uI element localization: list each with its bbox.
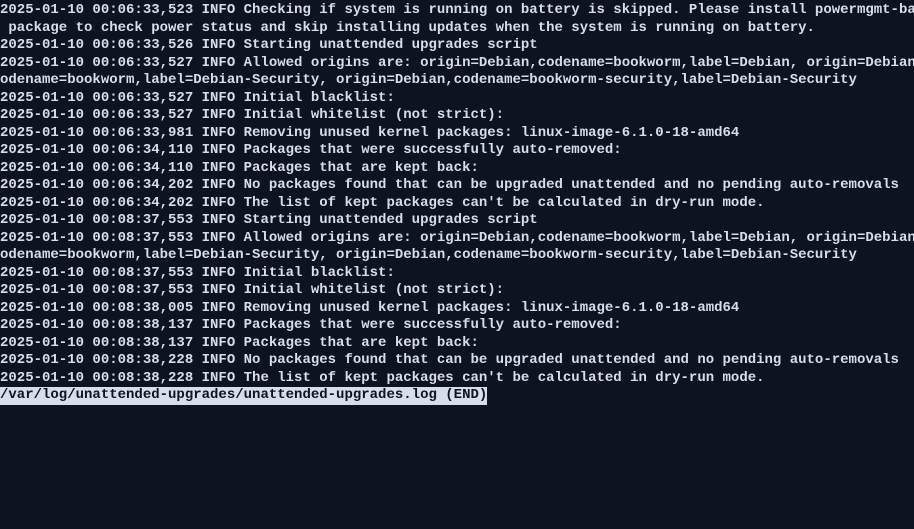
log-line: 2025-01-10 00:08:38,137 INFO Packages th… — [0, 335, 914, 353]
log-line: odename=bookworm,label=Debian-Security, … — [0, 72, 914, 90]
terminal-output[interactable]: 2025-01-10 00:06:33,523 INFO Checking if… — [0, 2, 914, 405]
log-line: 2025-01-10 00:08:38,137 INFO Packages th… — [0, 317, 914, 335]
log-line: 2025-01-10 00:08:38,228 INFO The list of… — [0, 370, 914, 388]
pager-status-line: /var/log/unattended-upgrades/unattended-… — [0, 387, 487, 405]
log-line: 2025-01-10 00:06:34,110 INFO Packages th… — [0, 160, 914, 178]
log-line: 2025-01-10 00:06:34,110 INFO Packages th… — [0, 142, 914, 160]
log-line: 2025-01-10 00:08:37,553 INFO Starting un… — [0, 212, 914, 230]
log-line: 2025-01-10 00:06:34,202 INFO The list of… — [0, 195, 914, 213]
log-line: 2025-01-10 00:06:33,527 INFO Initial bla… — [0, 90, 914, 108]
log-line: 2025-01-10 00:06:34,202 INFO No packages… — [0, 177, 914, 195]
log-line: 2025-01-10 00:06:33,527 INFO Allowed ori… — [0, 55, 914, 73]
log-line: odename=bookworm,label=Debian-Security, … — [0, 247, 914, 265]
log-line: 2025-01-10 00:08:37,553 INFO Initial bla… — [0, 265, 914, 283]
log-line: 2025-01-10 00:06:33,981 INFO Removing un… — [0, 125, 914, 143]
log-line: 2025-01-10 00:06:33,527 INFO Initial whi… — [0, 107, 914, 125]
log-line: 2025-01-10 00:06:33,526 INFO Starting un… — [0, 37, 914, 55]
log-line: 2025-01-10 00:08:37,553 INFO Allowed ori… — [0, 230, 914, 248]
log-content: 2025-01-10 00:06:33,523 INFO Checking if… — [0, 2, 914, 387]
log-line: package to check power status and skip i… — [0, 20, 914, 38]
log-line: 2025-01-10 00:08:37,553 INFO Initial whi… — [0, 282, 914, 300]
log-line: 2025-01-10 00:06:33,523 INFO Checking if… — [0, 2, 914, 20]
log-line: 2025-01-10 00:08:38,005 INFO Removing un… — [0, 300, 914, 318]
log-line: 2025-01-10 00:08:38,228 INFO No packages… — [0, 352, 914, 370]
